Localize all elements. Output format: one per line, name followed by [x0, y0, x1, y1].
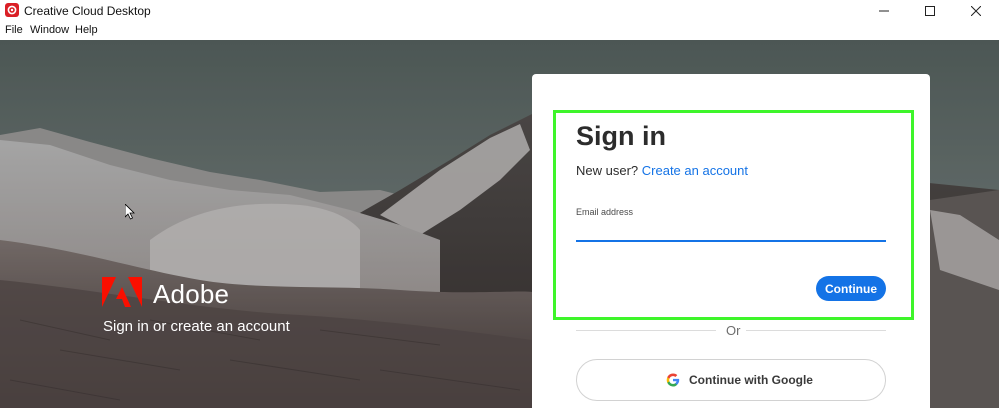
- brand-name: Adobe: [153, 279, 230, 309]
- menu-window[interactable]: Window: [30, 24, 69, 36]
- google-button-label: Continue with Google: [689, 373, 813, 387]
- google-signin-button[interactable]: Continue with Google: [576, 359, 886, 401]
- close-button[interactable]: [953, 0, 999, 22]
- create-account-link[interactable]: Create an account: [642, 163, 748, 178]
- title-bar: Creative Cloud Desktop: [0, 0, 999, 22]
- maximize-button[interactable]: [907, 0, 953, 22]
- creative-cloud-icon: [5, 3, 19, 17]
- new-user-prefix: New user?: [576, 163, 639, 178]
- google-icon: [666, 373, 680, 387]
- mouse-cursor-icon: [125, 204, 135, 220]
- or-separator: Or: [724, 323, 743, 338]
- new-user-text: New user? Create an account: [576, 163, 748, 178]
- menu-bar: File Window Help: [0, 22, 999, 41]
- page-title: Sign in: [576, 121, 666, 151]
- menu-file[interactable]: File: [5, 24, 23, 36]
- close-icon: [971, 6, 981, 16]
- continue-button[interactable]: Continue: [816, 276, 886, 301]
- menu-help[interactable]: Help: [75, 24, 98, 36]
- adobe-logo-icon: [102, 277, 142, 307]
- email-field[interactable]: [576, 222, 886, 242]
- email-label: Email address: [576, 207, 634, 217]
- divider-left: [576, 330, 716, 331]
- window-title: Creative Cloud Desktop: [24, 4, 151, 18]
- divider-right: [746, 330, 886, 331]
- brand-tagline: Sign in or create an account: [103, 318, 290, 335]
- minimize-icon: [879, 10, 889, 12]
- minimize-button[interactable]: [861, 0, 907, 22]
- maximize-icon: [925, 6, 935, 16]
